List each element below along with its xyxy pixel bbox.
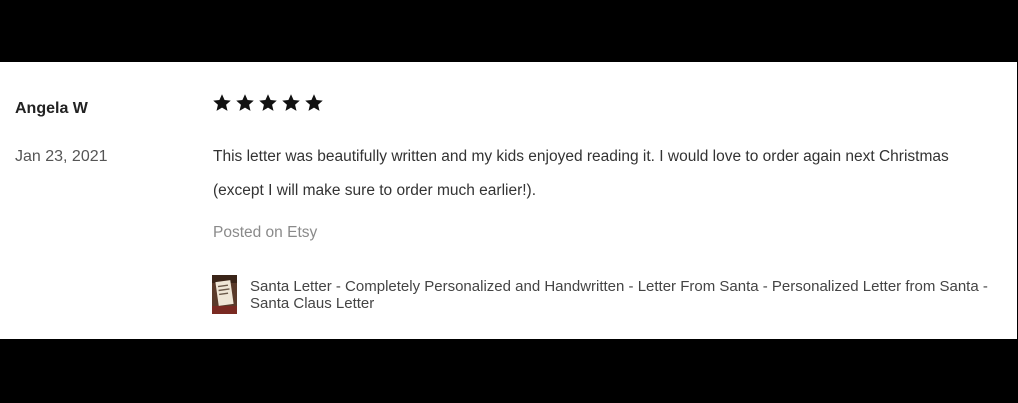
star-icon: [259, 94, 277, 111]
letterbox-bottom: [0, 339, 1018, 403]
review-source: Posted on Etsy: [213, 224, 318, 241]
product-title-link[interactable]: Santa Letter - Completely Personalized a…: [250, 278, 990, 312]
screenshot-frame: Angela W Jan 23, 2021 This letter was be…: [0, 0, 1018, 403]
review-date: Jan 23, 2021: [15, 148, 108, 165]
star-icon: [282, 94, 300, 111]
reviewer-name: Angela W: [15, 100, 88, 117]
reviewed-product-link[interactable]: Santa Letter - Completely Personalized a…: [212, 275, 990, 314]
letterbox-top: [0, 0, 1018, 62]
star-icon: [236, 94, 254, 111]
review-card: Angela W Jan 23, 2021 This letter was be…: [0, 62, 1017, 339]
star-icon: [305, 94, 323, 111]
star-rating: [212, 93, 324, 113]
product-thumbnail-image[interactable]: [212, 275, 237, 314]
star-icon: [213, 94, 231, 111]
review-text: This letter was beautifully written and …: [213, 148, 949, 199]
